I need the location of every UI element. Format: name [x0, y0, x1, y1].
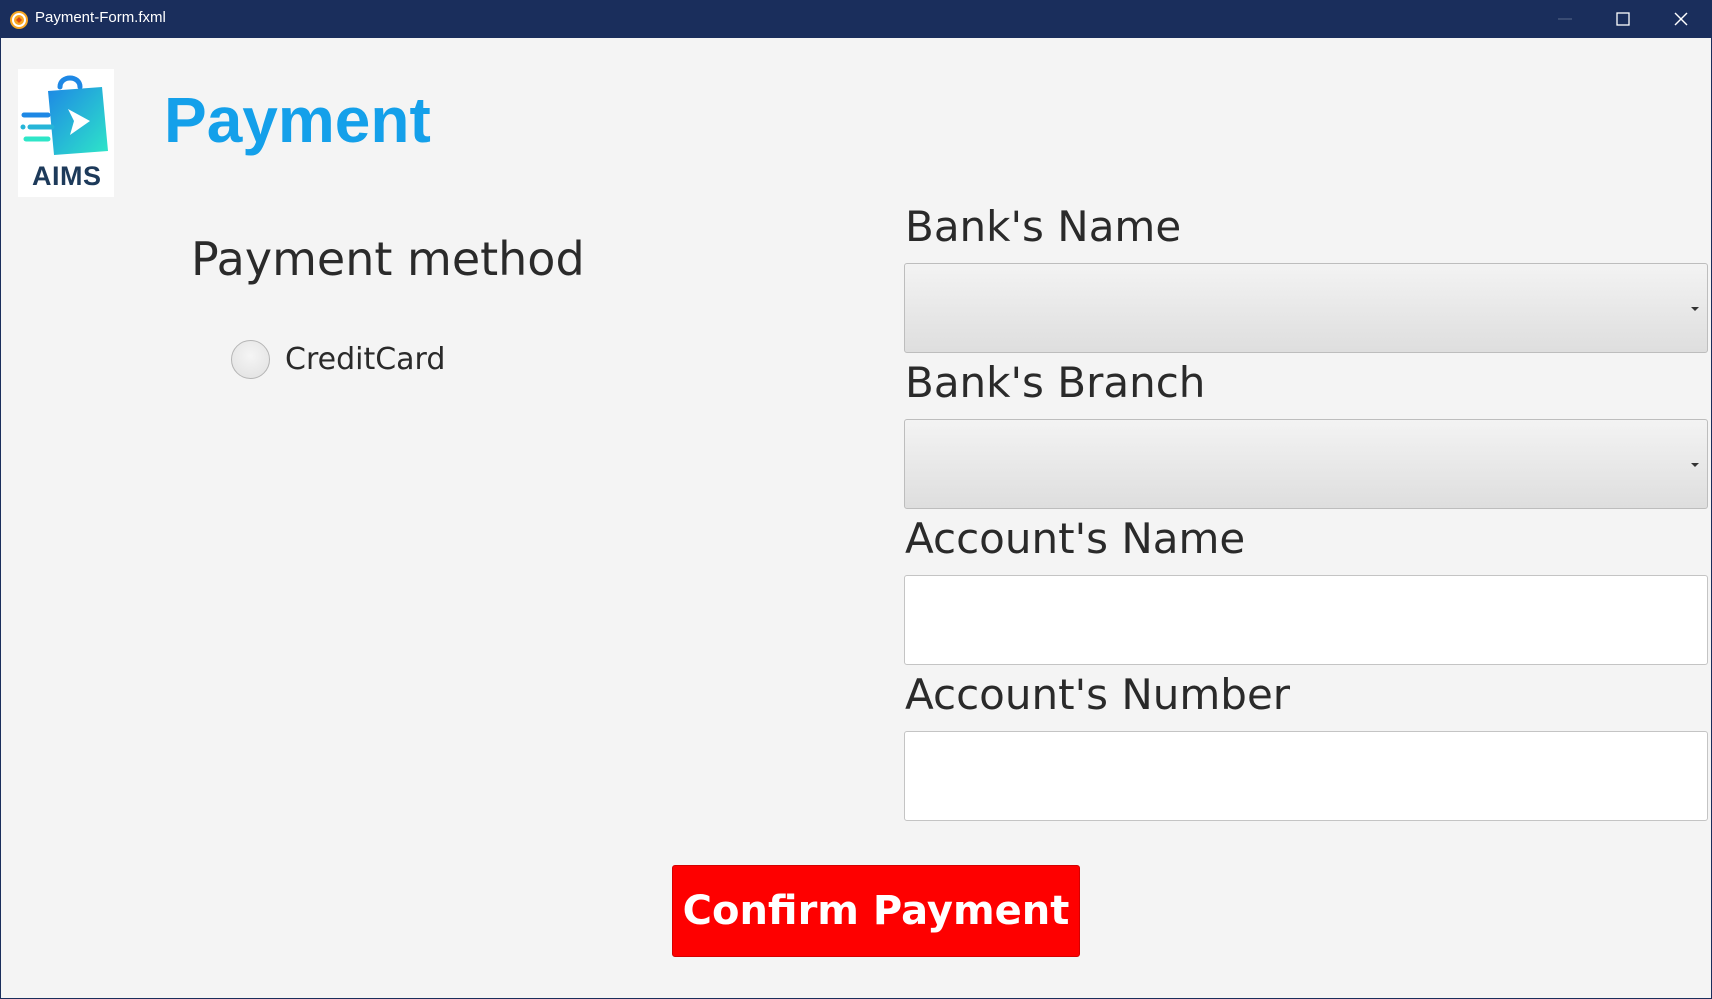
chevron-down-icon: [1691, 463, 1699, 467]
account-number-input[interactable]: [904, 731, 1708, 821]
account-name-label: Account's Name: [905, 514, 1246, 563]
window-title: Payment-Form.fxml: [35, 9, 166, 26]
chevron-down-icon: [1691, 307, 1699, 311]
payment-method-heading: Payment method: [191, 232, 585, 286]
bank-branch-label: Bank's Branch: [905, 358, 1206, 407]
creditcard-radio-option[interactable]: CreditCard: [231, 338, 445, 380]
account-number-label: Account's Number: [905, 670, 1291, 719]
close-button[interactable]: [1652, 0, 1710, 38]
app-icon: [9, 10, 29, 30]
creditcard-radio-label[interactable]: CreditCard: [285, 342, 445, 377]
maximize-button[interactable]: [1594, 0, 1652, 38]
logo-text: AIMS: [32, 161, 102, 191]
page-title: Payment: [164, 84, 431, 156]
minimize-icon: [1558, 18, 1572, 20]
bank-name-label: Bank's Name: [905, 202, 1182, 251]
bank-branch-combobox[interactable]: [904, 419, 1708, 509]
app-window: Payment-Form.fxml AIMS Payment Payment m…: [0, 0, 1712, 999]
aims-logo: AIMS: [18, 69, 114, 197]
main-content: AIMS Payment Payment method CreditCard B…: [1, 38, 1711, 998]
bank-name-combobox[interactable]: [904, 263, 1708, 353]
title-bar[interactable]: Payment-Form.fxml: [0, 0, 1712, 38]
confirm-payment-button[interactable]: Confirm Payment: [672, 865, 1080, 957]
maximize-icon: [1616, 12, 1630, 26]
account-name-input[interactable]: [904, 575, 1708, 665]
creditcard-radio-button[interactable]: [231, 339, 270, 379]
close-icon: [1674, 12, 1688, 26]
minimize-button[interactable]: [1536, 0, 1594, 38]
